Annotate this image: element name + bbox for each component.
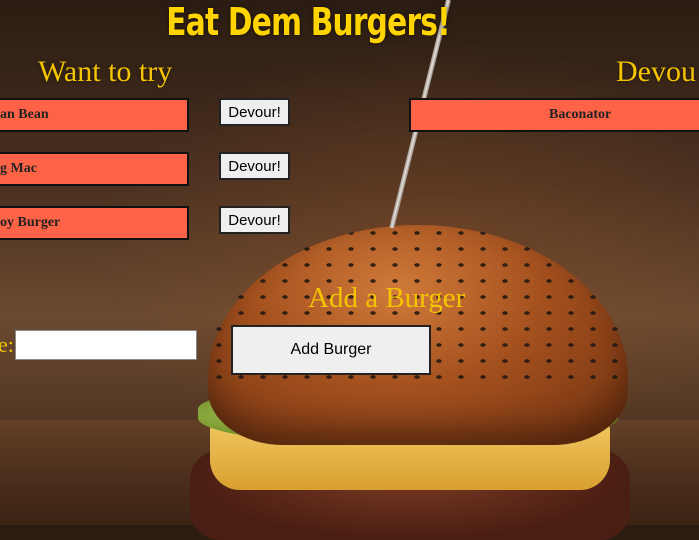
burger-cheese	[210, 420, 610, 490]
burger-item: an Bean	[0, 98, 189, 132]
burger-item-name: g Mac	[0, 161, 37, 176]
devour-button[interactable]: Devour!	[219, 152, 290, 180]
burger-item-name: oy Burger	[0, 215, 61, 230]
devoured-burger-name: Baconator	[549, 107, 612, 122]
burger-name-label: e:	[0, 332, 14, 357]
cutting-board	[0, 420, 699, 525]
burger-name-input[interactable]	[15, 330, 197, 360]
devoured-burger-item: Baconator	[409, 98, 699, 132]
page-title: Eat Dem Burgers!	[166, 0, 450, 44]
burger-item-name: an Bean	[0, 107, 49, 122]
burger-guacamole	[198, 385, 618, 445]
devour-button[interactable]: Devour!	[219, 98, 290, 126]
add-burger-button[interactable]: Add Burger	[231, 325, 431, 375]
add-burger-heading: Add a Burger	[308, 282, 466, 314]
devoured-heading: Devou	[616, 55, 696, 88]
want-to-try-heading: Want to try	[38, 55, 173, 88]
burger-item: oy Burger	[0, 206, 189, 240]
burger-patty	[190, 450, 630, 540]
burger-item: g Mac	[0, 152, 189, 186]
devour-button[interactable]: Devour!	[219, 206, 290, 234]
